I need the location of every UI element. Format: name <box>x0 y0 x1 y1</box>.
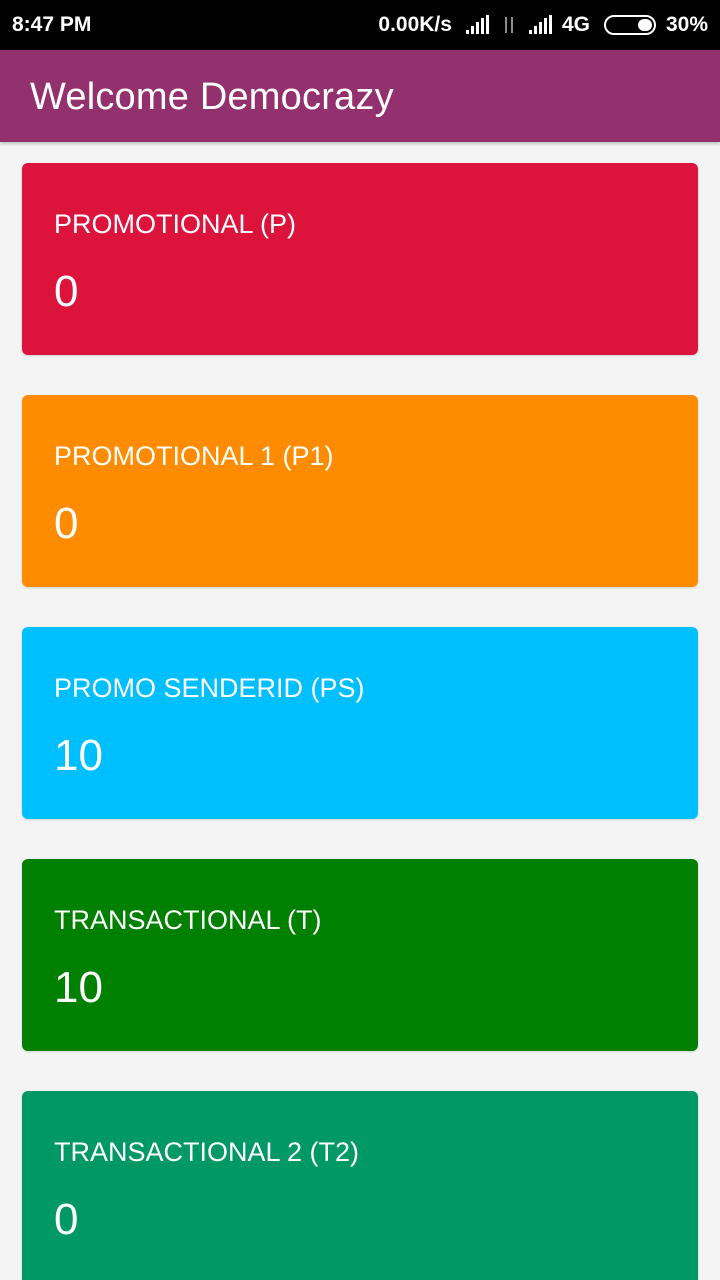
card-value: 10 <box>54 731 103 780</box>
card-value: 10 <box>54 963 103 1012</box>
card-label: PROMO SENDERID (PS) <box>54 673 365 703</box>
data-activity-icon <box>499 14 519 36</box>
network-type: 4G <box>561 13 590 36</box>
status-icons: 0.00K/s 4G 30% <box>378 13 708 37</box>
card-label: PROMOTIONAL 1 (P1) <box>54 441 334 471</box>
page-title: Welcome Democrazy <box>30 76 394 118</box>
card-promotional-1[interactable]: PROMOTIONAL 1 (P1) 0 <box>22 395 698 587</box>
card-label: TRANSACTIONAL (T) <box>54 905 322 935</box>
card-transactional[interactable]: TRANSACTIONAL (T) 10 <box>22 859 698 1051</box>
signal-icon <box>465 15 489 34</box>
card-transactional-2[interactable]: TRANSACTIONAL 2 (T2) 0 <box>22 1091 698 1280</box>
card-label: TRANSACTIONAL 2 (T2) <box>54 1137 360 1167</box>
network-speed: 0.00K/s <box>378 13 452 36</box>
card-value: 0 <box>54 267 79 316</box>
status-bar: 8:47 PM 0.00K/s 4G 30% <box>0 0 720 50</box>
signal-icon <box>528 15 552 34</box>
status-time: 8:47 PM <box>12 13 92 36</box>
card-value: 0 <box>54 1195 79 1244</box>
battery-icon <box>603 15 656 35</box>
card-value: 0 <box>54 499 79 548</box>
card-label: PROMOTIONAL (P) <box>54 209 297 239</box>
app-bar: Welcome Democrazy <box>0 50 720 142</box>
battery-percent: 30% <box>665 13 708 36</box>
card-promotional[interactable]: PROMOTIONAL (P) 0 <box>22 163 698 355</box>
card-promo-senderid[interactable]: PROMO SENDERID (PS) 10 <box>22 627 698 819</box>
